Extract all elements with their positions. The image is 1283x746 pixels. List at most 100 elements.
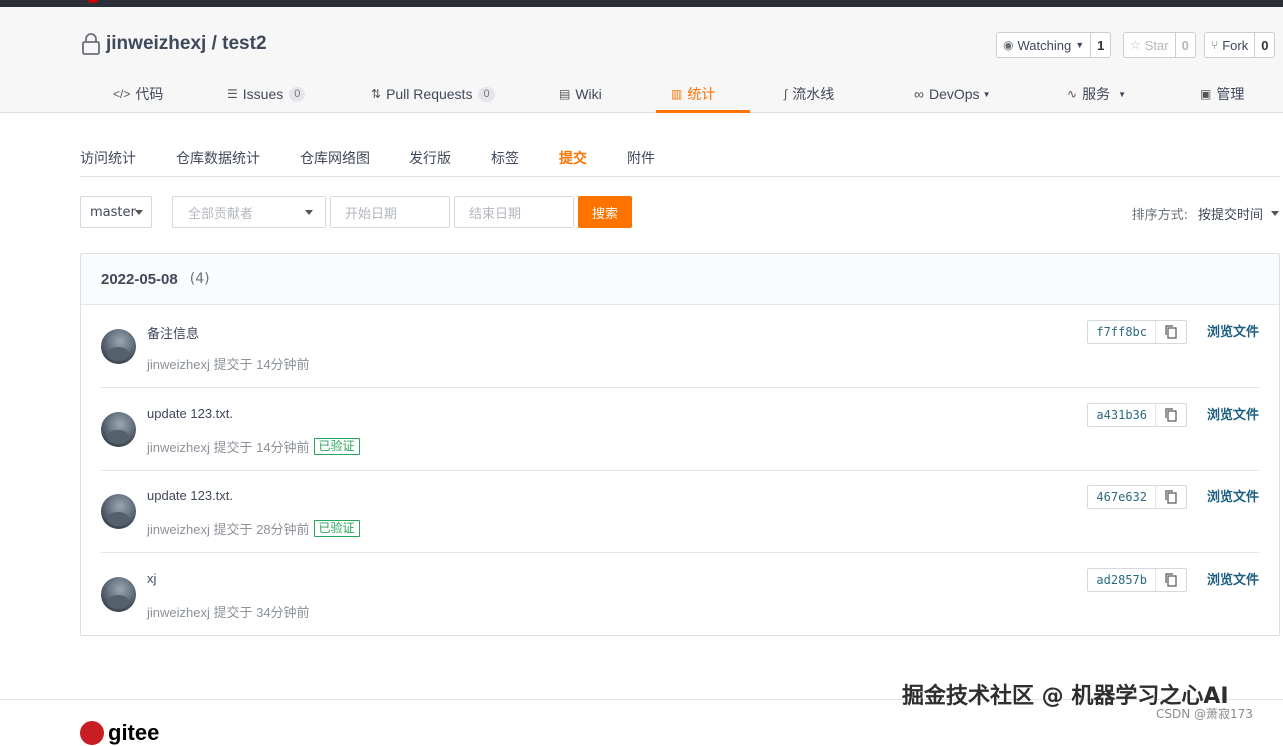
tab-label: 管理 <box>1216 86 1245 102</box>
commit-sha-box: f7ff8bc <box>1087 320 1187 344</box>
subnav-repo-data-stats[interactable]: 仓库数据统计 <box>176 148 260 168</box>
commit-author-time: jinweizhexj 提交于 34分钟前 <box>147 605 310 620</box>
commit-author-time: jinweizhexj 提交于 28分钟前 <box>147 522 310 537</box>
commit-message[interactable]: update 123.txt. <box>147 488 233 503</box>
subnav-visit-stats[interactable]: 访问统计 <box>80 148 136 168</box>
pipeline-icon: ∫ <box>784 87 788 101</box>
copy-icon[interactable] <box>1156 569 1186 591</box>
browse-files-link[interactable]: 浏览文件 <box>1207 486 1259 505</box>
tab-code[interactable]: </> 代码 <box>113 75 163 113</box>
tab-wiki[interactable]: ▤ Wiki <box>559 75 602 113</box>
watch-button[interactable]: ◉ Watching ▼ 1 <box>996 32 1112 58</box>
commit-author-time: jinweizhexj 提交于 14分钟前 <box>147 357 310 372</box>
gitee-logo[interactable]: gitee <box>80 720 159 746</box>
star-count[interactable]: 0 <box>1176 33 1195 57</box>
avatar[interactable] <box>101 329 136 364</box>
watermark-sub: CSDN @萧寂173 <box>1156 707 1253 721</box>
branch-select-value: master <box>90 204 136 220</box>
tab-label: Pull Requests <box>386 86 473 102</box>
repo-owner[interactable]: jinweizhexj <box>106 33 206 55</box>
tab-label: 流水线 <box>792 86 835 102</box>
subnav-releases[interactable]: 发行版 <box>409 148 451 168</box>
watch-count[interactable]: 1 <box>1091 33 1110 57</box>
repo-separator: / <box>206 33 223 54</box>
commit-row: 备注信息 jinweizhexj 提交于 14分钟前 f7ff8bc 浏览文件 <box>101 305 1259 388</box>
browse-files-link[interactable]: 浏览文件 <box>1207 569 1259 588</box>
service-icon: ∿ <box>1067 87 1078 101</box>
copy-icon[interactable] <box>1156 404 1186 426</box>
commit-meta: jinweizhexj 提交于 34分钟前 <box>147 602 310 621</box>
chevron-down-icon <box>1271 211 1279 216</box>
tab-service[interactable]: ∿ 服务 ▼ <box>1067 75 1126 113</box>
commit-sha[interactable]: ad2857b <box>1088 569 1156 591</box>
contributor-select-placeholder: 全部贡献者 <box>188 206 254 222</box>
copy-icon[interactable] <box>1156 321 1186 343</box>
eye-icon: ◉ <box>1003 38 1014 52</box>
avatar[interactable] <box>101 577 136 612</box>
star-icon: ☆ <box>1130 38 1141 52</box>
commit-sha[interactable]: 467e632 <box>1088 486 1156 508</box>
copy-icon[interactable] <box>1156 486 1186 508</box>
pull-request-icon: ⇅ <box>371 87 382 101</box>
commit-meta: jinweizhexj 提交于 14分钟前 <box>147 354 310 373</box>
subnav-attachments[interactable]: 附件 <box>627 148 655 168</box>
star-label: Star <box>1144 37 1169 53</box>
subnav-tags[interactable]: 标签 <box>491 148 519 168</box>
commit-message[interactable]: 备注信息 <box>147 323 199 342</box>
sort-control[interactable]: 排序方式: 按提交时间 <box>1132 204 1279 223</box>
commit-row: update 123.txt. jinweizhexj 提交于 14分钟前 已验证… <box>101 388 1259 471</box>
tab-pipeline[interactable]: ∫ 流水线 <box>784 75 834 113</box>
contributor-select[interactable]: 全部贡献者 <box>172 196 326 228</box>
tab-issues[interactable]: ☰ Issues 0 <box>227 75 306 113</box>
tab-label: 代码 <box>135 86 164 102</box>
avatar[interactable] <box>101 494 136 529</box>
commit-sha[interactable]: a431b36 <box>1088 404 1156 426</box>
end-date-input[interactable]: 结束日期 <box>454 196 574 228</box>
top-bar <box>0 0 1283 7</box>
watch-label: Watching <box>1017 37 1072 53</box>
repo-name[interactable]: test2 <box>222 33 266 55</box>
commit-message[interactable]: xj <box>147 571 156 586</box>
tab-label: 服务 <box>1082 86 1111 102</box>
browse-files-link[interactable]: 浏览文件 <box>1207 321 1259 340</box>
commit-message[interactable]: update 123.txt. <box>147 406 233 421</box>
star-button[interactable]: ☆ Star 0 <box>1123 32 1196 58</box>
tab-manage[interactable]: ▣ 管理 <box>1200 75 1244 113</box>
chevron-down-icon <box>135 210 143 215</box>
tab-label: Issues <box>242 86 284 102</box>
commit-sha-box: 467e632 <box>1087 485 1187 509</box>
branch-select[interactable]: master <box>80 196 152 228</box>
chevron-down-icon: ▼ <box>1075 40 1085 50</box>
commit-meta: jinweizhexj 提交于 14分钟前 已验证 <box>147 437 360 456</box>
issues-icon: ☰ <box>227 87 238 101</box>
tab-pull-requests[interactable]: ⇅ Pull Requests 0 <box>371 75 495 113</box>
tab-devops[interactable]: ∞ DevOps ▼ <box>914 75 990 113</box>
fork-count[interactable]: 0 <box>1255 33 1274 57</box>
commit-date-header: 2022-05-08 (4) <box>81 254 1279 305</box>
pr-count-badge: 0 <box>478 86 495 102</box>
wiki-icon: ▤ <box>559 87 571 101</box>
start-date-input[interactable]: 开始日期 <box>330 196 450 228</box>
browse-files-link[interactable]: 浏览文件 <box>1207 404 1259 423</box>
tab-stats[interactable]: ▥ 统计 <box>671 75 715 113</box>
subnav-network-graph[interactable]: 仓库网络图 <box>300 148 370 168</box>
repo-header: jinweizhexj / test2 ◉ Watching ▼ 1 ☆ Star 0… <box>0 7 1283 113</box>
sort-value[interactable]: 按提交时间 <box>1198 204 1263 223</box>
avatar[interactable] <box>101 412 136 447</box>
commit-author-time: jinweizhexj 提交于 14分钟前 <box>147 440 310 455</box>
fork-label: Fork <box>1222 37 1249 53</box>
commit-meta: jinweizhexj 提交于 28分钟前 已验证 <box>147 519 360 538</box>
search-button[interactable]: 搜索 <box>578 196 632 228</box>
sort-label: 排序方式: <box>1131 208 1188 223</box>
gitee-logo-icon <box>80 721 104 745</box>
verified-badge: 已验证 <box>313 438 360 455</box>
chevron-down-icon <box>305 210 313 215</box>
commit-date: 2022-05-08 <box>101 270 178 288</box>
commit-sha[interactable]: f7ff8bc <box>1088 321 1156 343</box>
subnav-commits[interactable]: 提交 <box>559 148 587 168</box>
gitee-logo-text: gitee <box>108 720 160 745</box>
code-icon: </> <box>113 87 131 101</box>
fork-button[interactable]: ⑂ Fork 0 <box>1204 32 1276 58</box>
repo-tabs: </> 代码 ☰ Issues 0 ⇅ Pull Requests 0 ▤ Wiki ▥ 统计… <box>0 75 1283 113</box>
commit-sha-box: a431b36 <box>1087 403 1187 427</box>
